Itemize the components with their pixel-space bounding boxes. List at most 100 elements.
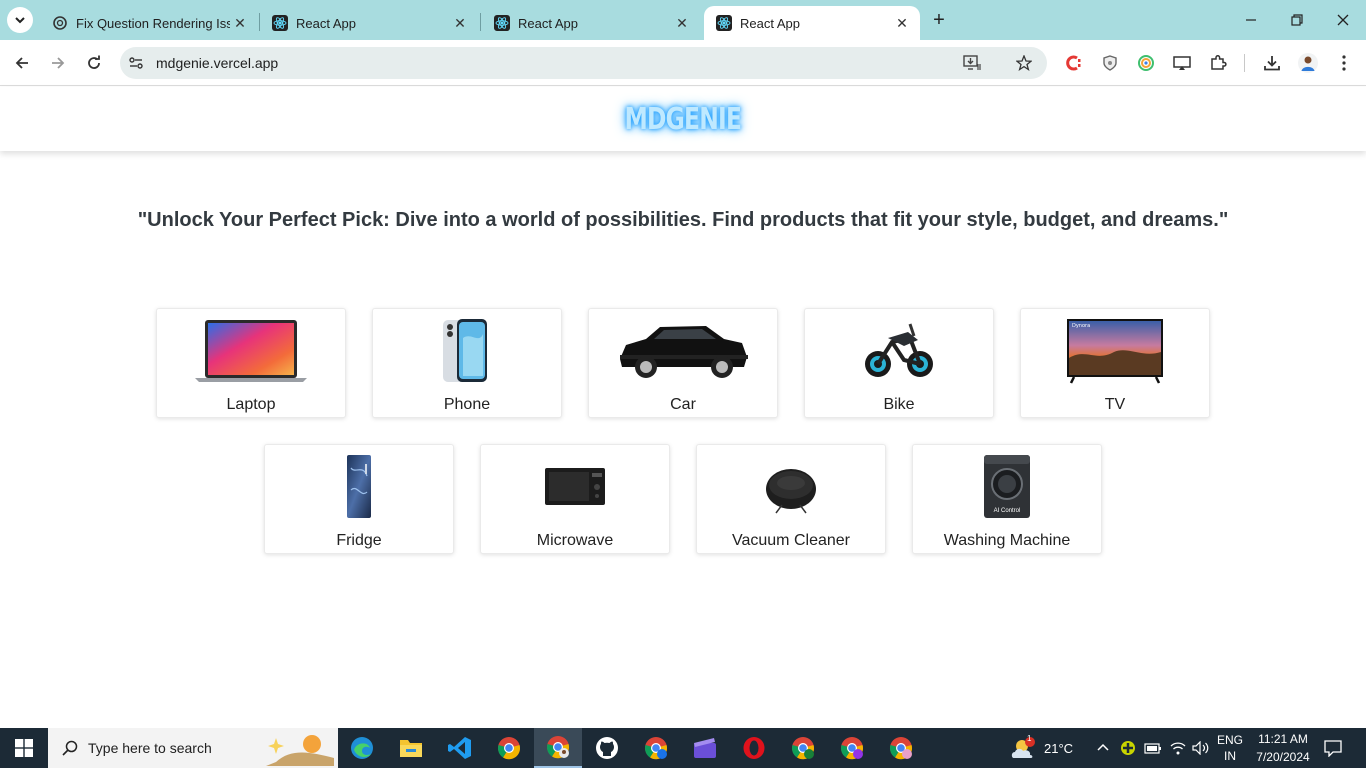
laptop-icon [157, 317, 345, 385]
category-label: Microwave [536, 532, 614, 549]
bookmark-star-button[interactable] [1012, 51, 1036, 75]
openai-favicon-icon [53, 16, 67, 30]
ai-control-badge: AI Control [994, 508, 1021, 514]
address-bar[interactable]: mdgenie.vercel.app [120, 47, 1047, 79]
url-text: mdgenie.vercel.app [156, 55, 279, 71]
new-tab-button[interactable]: + [928, 9, 950, 31]
close-icon [1337, 14, 1349, 26]
notification-icon [1324, 740, 1342, 757]
profile-button[interactable] [1296, 51, 1320, 75]
taskbar-clapper-app[interactable] [681, 728, 729, 768]
clock-time: 11:21 AM [1258, 732, 1308, 746]
restore-icon [1291, 14, 1303, 26]
tab-react-app-2[interactable]: React App ✕ [482, 6, 700, 40]
close-tab-icon[interactable]: ✕ [672, 13, 692, 33]
reload-button[interactable] [82, 51, 106, 75]
search-icon [62, 740, 78, 756]
ring-extension-icon [1138, 55, 1154, 71]
battery-indicator[interactable] [1144, 728, 1162, 768]
category-card-microwave[interactable]: Microwave [480, 444, 670, 554]
tab-search-button[interactable] [7, 7, 33, 33]
taskbar-vscode[interactable] [436, 728, 484, 768]
cast-icon [1173, 56, 1191, 70]
close-tab-icon[interactable]: ✕ [230, 13, 250, 33]
chrome-profile-icon [791, 737, 815, 760]
browser-menu-button[interactable] [1332, 51, 1356, 75]
category-card-tv[interactable]: Dynora TV [1020, 308, 1210, 418]
downloads-button[interactable] [1260, 51, 1284, 75]
language-indicator[interactable]: ENG IN [1212, 732, 1248, 764]
kebab-menu-icon [1342, 55, 1346, 71]
extension-circle-button[interactable] [1134, 51, 1158, 75]
browser-toolbar: mdgenie.vercel.app [0, 40, 1366, 86]
site-logo[interactable]: MDGENIE [625, 102, 742, 137]
extension-shield-button[interactable] [1098, 51, 1122, 75]
install-app-button[interactable] [960, 51, 984, 75]
cast-button[interactable] [1170, 51, 1194, 75]
volume-indicator[interactable] [1192, 728, 1210, 768]
close-tab-icon[interactable]: ✕ [450, 13, 470, 33]
notifications-button[interactable] [1324, 728, 1342, 768]
minimize-button[interactable] [1228, 0, 1274, 40]
taskbar-clock[interactable]: 11:21 AM 7/20/2024 [1248, 730, 1318, 766]
show-hidden-icons-button[interactable] [1096, 728, 1110, 768]
network-indicator[interactable] [1170, 728, 1186, 768]
tab-separator [480, 13, 481, 31]
category-label: Washing Machine [943, 532, 1071, 549]
microwave-icon [481, 453, 669, 521]
taskbar-chrome-profile-o[interactable] [632, 728, 680, 768]
extensions-button[interactable] [1206, 51, 1230, 75]
site-info-icon[interactable] [124, 51, 148, 75]
search-placeholder: Type here to search [88, 740, 212, 756]
toolbar-separator [1244, 54, 1245, 72]
taskbar-chrome-profile-c[interactable] [828, 728, 876, 768]
taskbar-chrome-profile-active[interactable] [534, 728, 582, 768]
taskbar-opera[interactable] [730, 728, 778, 768]
category-card-car[interactable]: Car [588, 308, 778, 418]
opera-icon [743, 737, 765, 759]
taskbar-chrome-profile-m[interactable] [779, 728, 827, 768]
category-card-laptop[interactable]: Laptop [156, 308, 346, 418]
tab-react-app-active[interactable]: React App ✕ [704, 6, 920, 40]
taskbar-chrome[interactable] [485, 728, 533, 768]
category-label: TV [1104, 396, 1126, 413]
restore-button[interactable] [1274, 0, 1320, 40]
taskbar-github[interactable] [583, 728, 631, 768]
category-label: Bike [883, 396, 915, 413]
tv-brand-text: Dynora [1072, 323, 1090, 329]
car-icon [589, 317, 777, 385]
back-button[interactable] [10, 51, 34, 75]
arrow-right-icon [52, 57, 65, 69]
weather-widget[interactable]: 1 21°C [1010, 728, 1073, 768]
tab-react-app-1[interactable]: React App ✕ [260, 6, 478, 40]
category-card-fridge[interactable]: Fridge [264, 444, 454, 554]
taskbar-edge[interactable] [338, 728, 386, 768]
weather-temperature: 21°C [1044, 740, 1074, 756]
github-icon [596, 737, 618, 759]
category-card-phone[interactable]: Phone [372, 308, 562, 418]
chrome-profile-icon [644, 737, 668, 760]
close-tab-icon[interactable]: ✕ [892, 13, 912, 33]
taskbar-search[interactable]: Type here to search [48, 728, 338, 768]
category-card-bike[interactable]: Bike [804, 308, 994, 418]
taskbar-file-explorer[interactable] [387, 728, 435, 768]
close-window-button[interactable] [1320, 0, 1366, 40]
extension-colorpick-button[interactable] [1062, 51, 1086, 75]
tray-app-icon[interactable] [1120, 728, 1136, 768]
chrome-profile-icon [546, 736, 570, 759]
puzzle-icon [1211, 54, 1227, 70]
react-favicon-icon [494, 15, 510, 31]
tagline: "Unlock Your Perfect Pick: Dive into a w… [137, 209, 1229, 231]
start-button[interactable] [0, 728, 48, 768]
tab-fix-question[interactable]: Fix Question Rendering Issue ✕ [40, 6, 258, 40]
category-card-vacuum-cleaner[interactable]: Vacuum Cleaner [696, 444, 886, 554]
chrome-profile-icon [840, 737, 864, 760]
taskbar-chrome-profile-pink[interactable] [877, 728, 925, 768]
battery-icon [1144, 743, 1161, 754]
react-favicon-icon [716, 15, 732, 31]
windows-logo-icon [15, 739, 33, 757]
category-card-washing-machine[interactable]: AI Control Washing Machine [912, 444, 1102, 554]
install-app-icon [963, 55, 981, 70]
browser-tab-bar: Fix Question Rendering Issue ✕ React App… [0, 0, 1366, 40]
forward-button[interactable] [46, 51, 70, 75]
